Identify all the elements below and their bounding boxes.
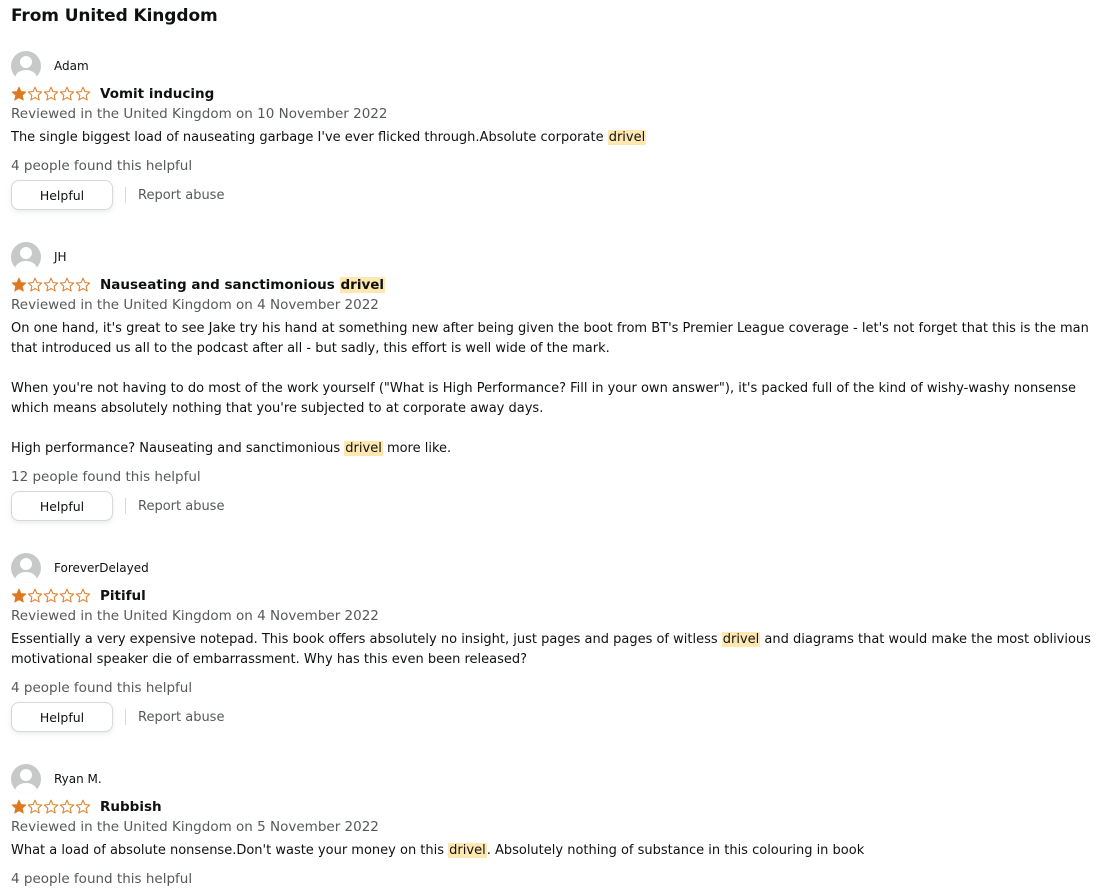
review-paragraph: The single biggest load of nauseating ga… [11, 128, 1101, 148]
star-empty-icon [59, 86, 75, 101]
highlighted-term: drivel [339, 277, 386, 293]
divider [125, 498, 126, 514]
review-date: Reviewed in the United Kingdom on 10 Nov… [11, 106, 388, 122]
star-rating [11, 799, 91, 815]
star-empty-icon [75, 799, 91, 814]
report-abuse-link[interactable]: Report abuse [138, 499, 224, 514]
reviewer-name: Ryan M. [54, 772, 102, 786]
review-paragraph: On one hand, it's great to see Jake try … [11, 319, 1101, 359]
reviewer-profile[interactable]: Ryan M. [11, 762, 1101, 796]
star-filled-icon [11, 799, 27, 814]
star-empty-icon [75, 277, 91, 292]
review-date: Reviewed in the United Kingdom on 5 Nove… [11, 819, 379, 835]
reviewer-profile[interactable]: JH [11, 240, 1101, 274]
review-body: The single biggest load of nauseating ga… [11, 128, 1101, 148]
highlighted-term: drivel [344, 441, 383, 456]
helpful-button[interactable]: Helpful [11, 180, 113, 210]
review-text: The single biggest load of nauseating ga… [11, 130, 608, 145]
review-body: Essentially a very expensive notepad. Th… [11, 630, 1101, 670]
review-title-text: Vomit inducing [100, 86, 215, 102]
helpful-count: 4 people found this helpful [11, 158, 193, 174]
review-text: When you're not having to do most of the… [11, 381, 1076, 416]
helpful-button[interactable]: Helpful [11, 702, 113, 732]
section-title: From United Kingdom [11, 6, 218, 26]
report-abuse-link[interactable]: Report abuse [138, 188, 224, 203]
reviewer-profile[interactable]: Adam [11, 49, 1101, 83]
helpful-count: 12 people found this helpful [11, 469, 201, 485]
user-avatar-icon [11, 242, 41, 272]
star-filled-icon [11, 277, 27, 292]
star-empty-icon [27, 799, 43, 814]
star-empty-icon [59, 588, 75, 603]
star-empty-icon [27, 86, 43, 101]
user-avatar-icon [11, 51, 41, 81]
review-text: What a load of absolute nonsense.Don't w… [11, 843, 449, 858]
review-text: more like. [382, 441, 452, 456]
review-text: . Absolutely nothing of substance in thi… [486, 843, 865, 858]
highlighted-term: drivel [721, 632, 761, 647]
star-empty-icon [59, 277, 75, 292]
divider [125, 709, 126, 725]
star-filled-icon [11, 588, 27, 603]
review-paragraph: What a load of absolute nonsense.Don't w… [11, 841, 1101, 861]
user-avatar-icon [11, 553, 41, 583]
user-avatar-icon [11, 764, 41, 794]
helpful-count: 4 people found this helpful [11, 871, 193, 887]
review-title[interactable]: Rubbish [100, 799, 162, 815]
star-filled-icon [11, 86, 27, 101]
star-rating [11, 277, 91, 293]
highlighted-term: drivel [448, 843, 487, 858]
review-text: High performance? Nauseating and sanctim… [11, 441, 345, 456]
review-text: On one hand, it's great to see Jake try … [11, 321, 1089, 356]
review-paragraph: Essentially a very expensive notepad. Th… [11, 630, 1101, 670]
review-title-text: Rubbish [100, 799, 162, 815]
review-date: Reviewed in the United Kingdom on 4 Nove… [11, 297, 379, 313]
review-date: Reviewed in the United Kingdom on 4 Nove… [11, 608, 379, 624]
star-empty-icon [43, 86, 59, 101]
review-paragraph: High performance? Nauseating and sanctim… [11, 439, 1101, 459]
star-empty-icon [75, 86, 91, 101]
review-item: JH Nauseating and sanctimonious drivel R… [11, 240, 1101, 521]
reviewer-name: JH [54, 250, 67, 264]
review-body: What a load of absolute nonsense.Don't w… [11, 841, 1101, 861]
review-item: Ryan M. Rubbish Reviewed in the United K… [11, 762, 1101, 889]
star-empty-icon [27, 588, 43, 603]
review-title[interactable]: Vomit inducing [100, 86, 214, 102]
review-title-text: Nauseating and sanctimonious [100, 277, 340, 293]
star-empty-icon [43, 799, 59, 814]
review-body: On one hand, it's great to see Jake try … [11, 319, 1101, 459]
star-empty-icon [43, 277, 59, 292]
star-empty-icon [75, 588, 91, 603]
review-title[interactable]: Pitiful [100, 588, 146, 604]
star-rating [11, 588, 91, 604]
review-item: ForeverDelayed Pitiful Reviewed in the U… [11, 551, 1101, 732]
review-title[interactable]: Nauseating and sanctimonious drivel [100, 277, 386, 293]
star-empty-icon [43, 588, 59, 603]
divider [125, 187, 126, 203]
report-abuse-link[interactable]: Report abuse [138, 710, 224, 725]
review-title-text: Pitiful [100, 588, 146, 604]
star-rating [11, 86, 91, 102]
star-empty-icon [27, 277, 43, 292]
helpful-count: 4 people found this helpful [11, 680, 193, 696]
helpful-button[interactable]: Helpful [11, 491, 113, 521]
highlighted-term: drivel [607, 130, 647, 145]
reviewer-name: Adam [54, 59, 89, 73]
star-empty-icon [59, 799, 75, 814]
reviewer-name: ForeverDelayed [54, 561, 149, 575]
review-text: Essentially a very expensive notepad. Th… [11, 632, 722, 647]
review-paragraph: When you're not having to do most of the… [11, 379, 1101, 419]
reviewer-profile[interactable]: ForeverDelayed [11, 551, 1101, 585]
review-item: Adam Vomit inducing Reviewed in the Unit… [11, 49, 1101, 210]
